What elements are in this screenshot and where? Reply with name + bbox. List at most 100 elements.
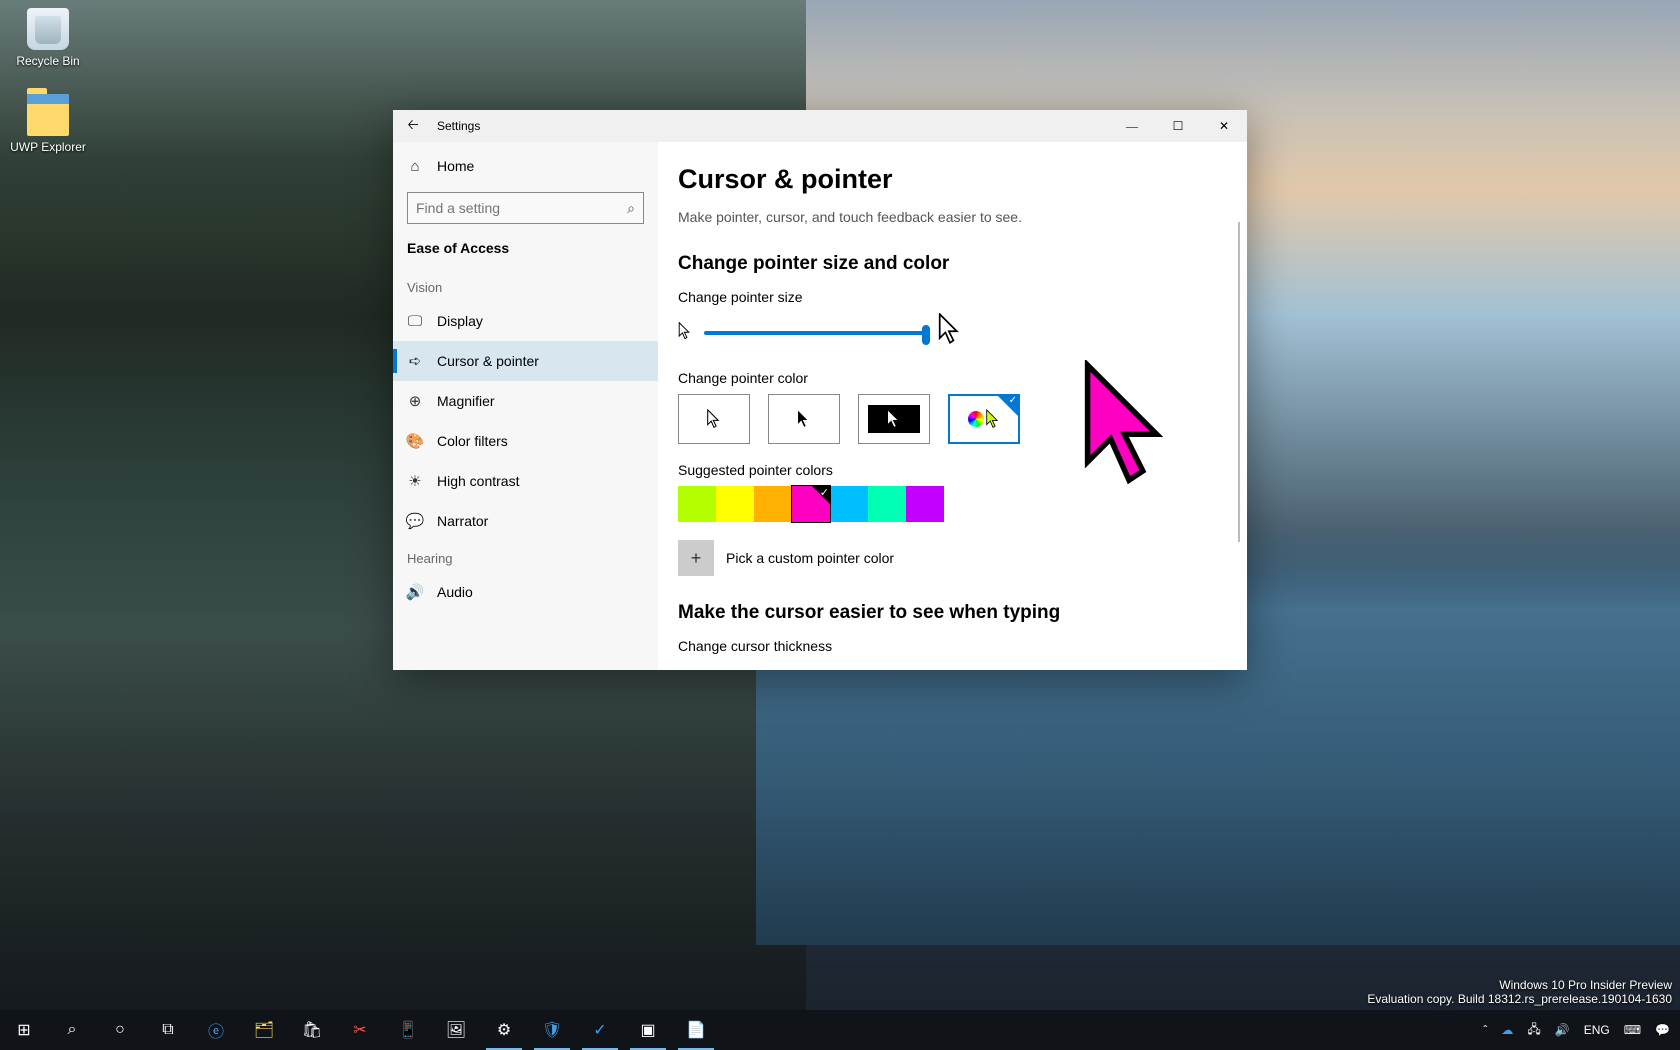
color-wheel-icon (968, 411, 984, 427)
nav-item-label: Narrator (437, 513, 488, 529)
window-title: Settings (437, 119, 480, 133)
nav-item-label: Color filters (437, 433, 508, 449)
nav-item-label: Audio (437, 584, 473, 600)
slider-thumb[interactable] (922, 325, 930, 345)
pick-custom-color-label: Pick a custom pointer color (726, 550, 894, 566)
task-view-button[interactable]: ⧉ (144, 1010, 192, 1050)
file-explorer-icon (27, 94, 69, 136)
page-title: Cursor & pointer (678, 164, 1247, 195)
taskbar-file-explorer[interactable]: 🗂 (240, 1010, 288, 1050)
watermark-line2: Evaluation copy. Build 18312.rs_prerelea… (1367, 992, 1672, 1006)
taskbar: ⊞ ⌕ ○ ⧉ ⓔ 🗂 🛍 ✂ 📱 🖼 ⚙ 🛡 ✓ ▣ 📄 ˆ ☁ 🖧 🔊 EN… (0, 1010, 1680, 1050)
plus-icon: + (678, 540, 714, 576)
swatch-lime[interactable] (678, 486, 716, 522)
nav-group-hearing: Hearing (393, 541, 658, 572)
pointer-size-slider[interactable] (704, 331, 926, 335)
swatch-purple[interactable] (906, 486, 944, 522)
nav-item-label: Cursor & pointer (437, 353, 539, 369)
nav-item-narrator[interactable]: 💬 Narrator (393, 501, 658, 541)
swatch-yellow[interactable] (716, 486, 754, 522)
search-icon: ⌕ (627, 200, 635, 217)
taskbar-security[interactable]: 🛡 (528, 1010, 576, 1050)
inverted-bg (868, 405, 920, 433)
tray-chevron-icon[interactable]: ˆ (1483, 1023, 1487, 1037)
windows-watermark: Windows 10 Pro Insider Preview Evaluatio… (1367, 978, 1672, 1006)
taskbar-your-phone[interactable]: 📱 (384, 1010, 432, 1050)
settings-sidebar: ⌂ Home ⌕ Ease of Access Vision 🖵 Display… (393, 142, 658, 670)
tray-lang[interactable]: ENG (1584, 1023, 1610, 1037)
cursor-glyph-colored (986, 409, 1000, 429)
contrast-icon: ☀ (407, 473, 423, 489)
nav-item-display[interactable]: 🖵 Display (393, 301, 658, 341)
cursor-icon: ➪ (407, 353, 423, 369)
back-button[interactable]: 🡠 (393, 114, 433, 138)
taskbar-store[interactable]: 🛍 (288, 1010, 336, 1050)
taskbar-edge[interactable]: ⓔ (192, 1010, 240, 1050)
palette-icon: 🎨 (407, 433, 423, 449)
maximize-button[interactable]: ☐ (1155, 110, 1201, 142)
desktop-icon-recycle-bin[interactable]: Recycle Bin (8, 8, 88, 68)
taskbar-search-button[interactable]: ⌕ (48, 1010, 96, 1050)
desktop-icon-uwp-explorer[interactable]: UWP Explorer (8, 94, 88, 154)
label-pointer-size: Change pointer size (678, 289, 1247, 305)
section-header-size-color: Change pointer size and color (678, 253, 1247, 275)
nav-group-vision: Vision (393, 270, 658, 301)
nav-item-cursor-pointer[interactable]: ➪ Cursor & pointer (393, 341, 658, 381)
home-icon: ⌂ (407, 158, 423, 174)
tray-volume-icon[interactable]: 🔊 (1555, 1023, 1570, 1037)
home-button[interactable]: ⌂ Home (393, 146, 658, 186)
nav-item-high-contrast[interactable]: ☀ High contrast (393, 461, 658, 501)
minimize-button[interactable]: — (1109, 110, 1155, 142)
big-cursor-icon (938, 313, 962, 352)
close-button[interactable]: ✕ (1201, 110, 1247, 142)
page-subtitle: Make pointer, cursor, and touch feedback… (678, 209, 1247, 225)
settings-window: 🡠 Settings — ☐ ✕ ⌂ Home ⌕ Ease of Access… (393, 110, 1247, 670)
cortana-button[interactable]: ○ (96, 1010, 144, 1050)
speaker-icon: 🔊 (407, 584, 423, 600)
search-field[interactable] (416, 200, 627, 216)
pointer-color-custom[interactable]: ✓ (948, 394, 1020, 444)
taskbar-photos[interactable]: 🖼 (432, 1010, 480, 1050)
taskbar-settings[interactable]: ⚙ (480, 1010, 528, 1050)
recycle-bin-icon (27, 8, 69, 50)
section-header-cursor: Make the cursor easier to see when typin… (678, 602, 1247, 624)
nav-item-color-filters[interactable]: 🎨 Color filters (393, 421, 658, 461)
taskbar-notepad[interactable]: 📄 (672, 1010, 720, 1050)
settings-category: Ease of Access (393, 234, 658, 270)
swatch-cyan[interactable] (830, 486, 868, 522)
pointer-color-inverted[interactable] (858, 394, 930, 444)
taskbar-todo[interactable]: ✓ (576, 1010, 624, 1050)
settings-content: Cursor & pointer Make pointer, cursor, a… (658, 142, 1247, 670)
content-scrollbar[interactable] (1238, 222, 1240, 542)
narrator-icon: 💬 (407, 513, 423, 529)
cursor-glyph-white (707, 409, 721, 429)
search-input[interactable]: ⌕ (407, 192, 644, 224)
pick-custom-color-button[interactable]: + Pick a custom pointer color (678, 540, 1247, 576)
pointer-preview-icon (1083, 360, 1175, 490)
tray-action-center-icon[interactable]: 💬 (1655, 1023, 1670, 1037)
taskbar-snip[interactable]: ✂ (336, 1010, 384, 1050)
titlebar[interactable]: 🡠 Settings — ☐ ✕ (393, 110, 1247, 142)
nav-item-label: High contrast (437, 473, 519, 489)
swatch-magenta[interactable]: ✓ (792, 486, 830, 522)
tray-network-icon[interactable]: 🖧 (1527, 1020, 1540, 1041)
swatch-teal[interactable] (868, 486, 906, 522)
taskbar-app1[interactable]: ▣ (624, 1010, 672, 1050)
nav-item-label: Display (437, 313, 483, 329)
tray-onedrive-icon[interactable]: ☁ (1501, 1023, 1513, 1037)
tray-keyboard-icon[interactable]: ⌨ (1624, 1023, 1641, 1037)
nav-item-magnifier[interactable]: ⊕ Magnifier (393, 381, 658, 421)
check-icon: ✓ (820, 486, 829, 499)
pointer-color-white[interactable] (678, 394, 750, 444)
cursor-glyph-inverted (887, 409, 901, 429)
pointer-color-black[interactable] (768, 394, 840, 444)
pointer-preview (1083, 360, 1175, 495)
start-button[interactable]: ⊞ (0, 1010, 48, 1050)
swatch-orange[interactable] (754, 486, 792, 522)
nav-item-audio[interactable]: 🔊 Audio (393, 572, 658, 612)
label-cursor-thickness: Change cursor thickness (678, 638, 1247, 654)
check-icon: ✓ (1009, 395, 1017, 406)
magnifier-icon: ⊕ (407, 393, 423, 409)
small-cursor-icon (678, 322, 692, 343)
cursor-glyph-black (797, 409, 811, 429)
